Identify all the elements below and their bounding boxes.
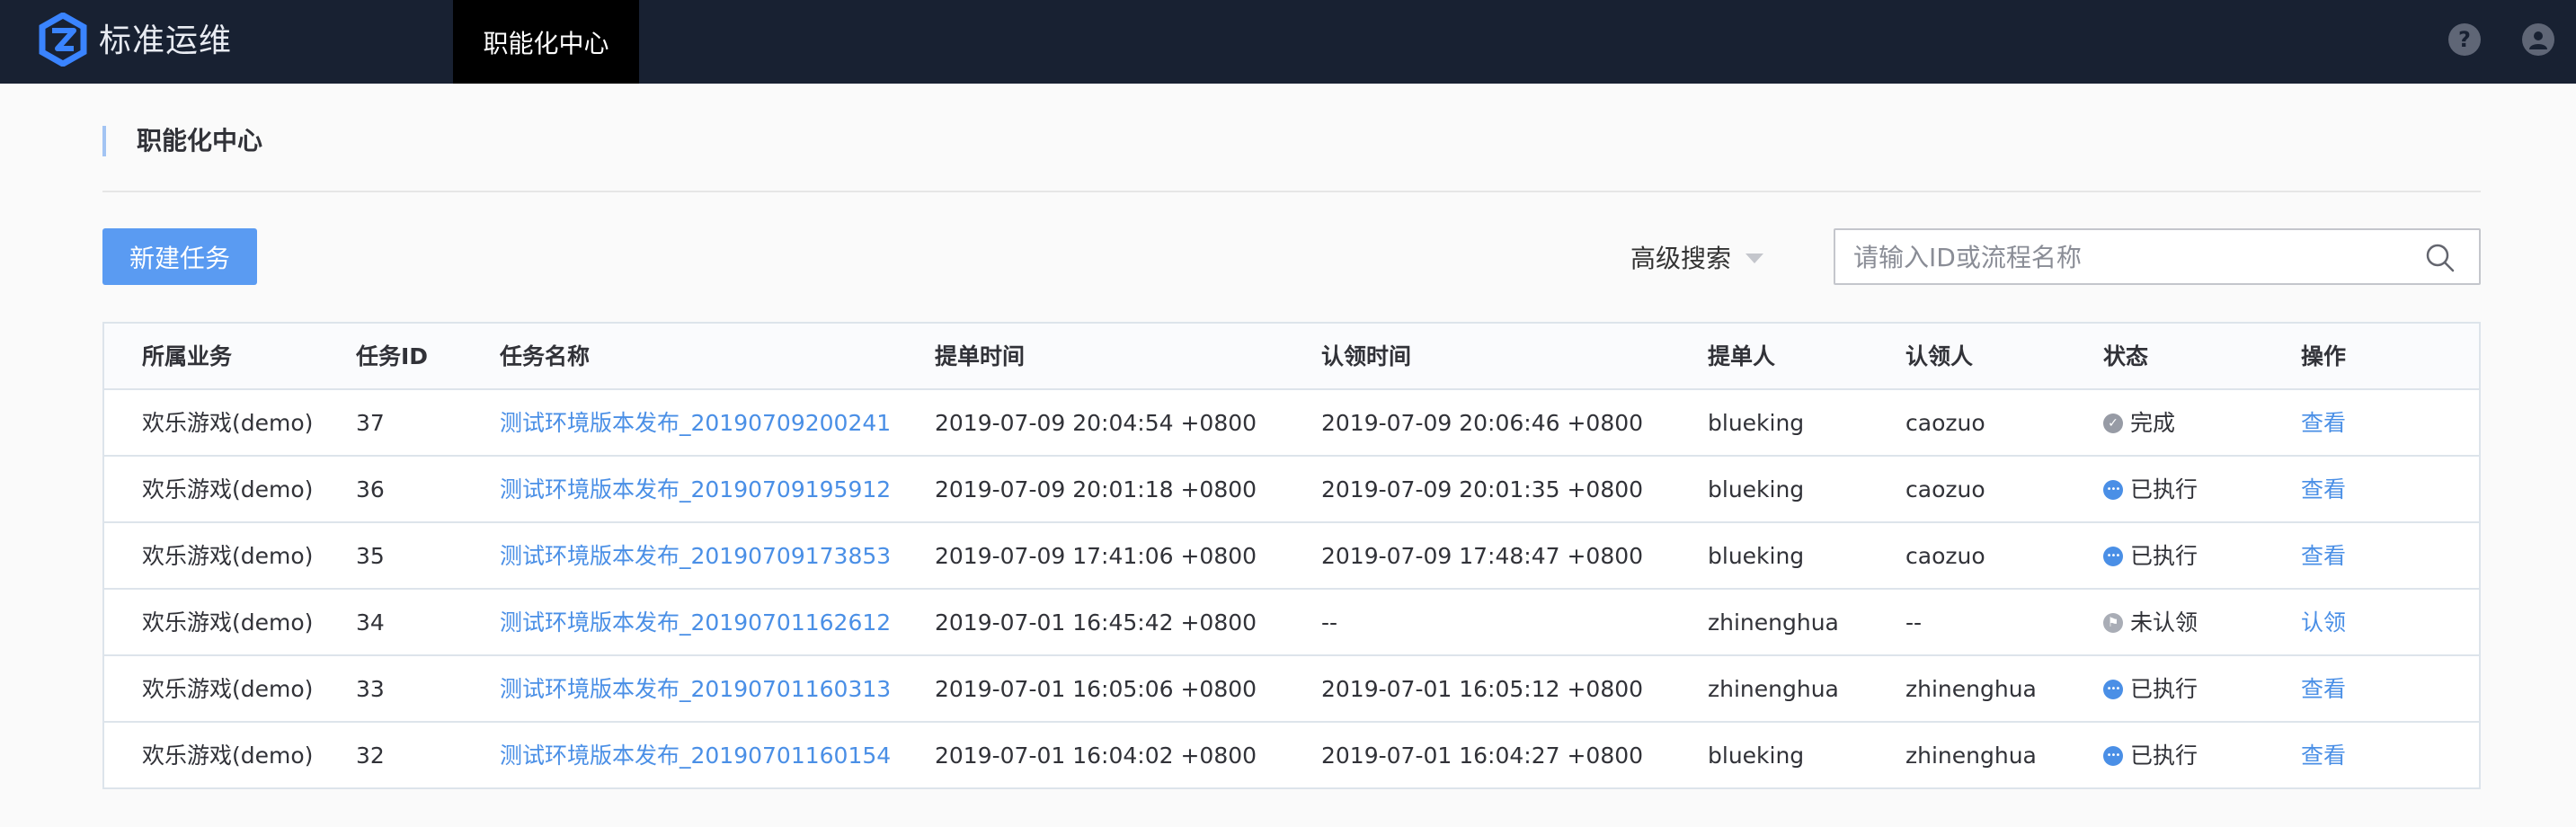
top-navigation-bar: 标准运维 职能化中心 ? — [0, 0, 2576, 84]
cell-task-id: 36 — [356, 476, 385, 502]
task-name-link[interactable]: 测试环境版本发布_20190709200241 — [500, 390, 891, 457]
cell-submitter: zhinenghua — [1708, 676, 1839, 702]
status-run-icon: ••• — [2103, 680, 2123, 699]
cell-business: 欢乐游戏(demo) — [142, 410, 314, 436]
column-header-submitter: 提单人 — [1708, 343, 1776, 369]
table-row: 欢乐游戏(demo) 32 测试环境版本发布_20190701160154 2019-… — [104, 723, 2479, 789]
cell-submit-time: 2019-07-09 20:01:18 +0800 — [935, 476, 1257, 502]
view-link[interactable]: 查看 — [2301, 523, 2346, 590]
status-done-icon: ✓ — [2103, 414, 2123, 433]
table-header: 所属业务 任务ID 任务名称 提单时间 认领时间 提单人 认领人 状态 操作 — [104, 324, 2479, 390]
task-name-link[interactable]: 测试环境版本发布_20190709173853 — [500, 523, 891, 590]
status-label: 完成 — [2130, 410, 2176, 436]
column-header-task-name: 任务名称 — [500, 343, 591, 369]
cell-submit-time: 2019-07-09 20:04:54 +0800 — [935, 410, 1257, 436]
cell-claimer: caozuo — [1905, 476, 1985, 502]
cell-claimer: zhinenghua — [1905, 676, 2037, 702]
cell-claim-time: 2019-07-09 20:06:46 +0800 — [1321, 410, 1644, 436]
status-badge: ⚑ 未认领 — [2103, 590, 2198, 656]
task-name-link[interactable]: 测试环境版本发布_20190701160313 — [500, 656, 891, 723]
cell-submitter: blueking — [1708, 543, 1805, 569]
cell-task-id: 35 — [356, 543, 385, 569]
task-table: 所属业务 任务ID 任务名称 提单时间 认领时间 提单人 认领人 状态 操作 欢… — [102, 322, 2481, 789]
cell-business: 欢乐游戏(demo) — [142, 543, 314, 569]
status-label: 未认领 — [2130, 609, 2198, 636]
table-row: 欢乐游戏(demo) 37 测试环境版本发布_20190709200241 2019-… — [104, 390, 2479, 457]
app-logo-icon[interactable] — [36, 13, 90, 67]
search-input[interactable] — [1853, 236, 2393, 279]
new-task-button[interactable]: 新建任务 — [102, 228, 257, 285]
cell-business: 欢乐游戏(demo) — [142, 676, 314, 702]
status-label: 已执行 — [2130, 743, 2198, 769]
status-run-icon: ••• — [2103, 480, 2123, 500]
help-icon[interactable]: ? — [2448, 23, 2481, 56]
status-badge: ✓ 完成 — [2103, 390, 2175, 457]
app-title[interactable]: 标准运维 — [99, 20, 232, 63]
search-box[interactable] — [1834, 228, 2481, 285]
table-row: 欢乐游戏(demo) 35 测试环境版本发布_20190709173853 2019-… — [104, 523, 2479, 590]
task-name-link[interactable]: 测试环境版本发布_20190709195912 — [500, 457, 891, 523]
cell-submit-time: 2019-07-01 16:05:06 +0800 — [935, 676, 1257, 702]
view-link[interactable]: 查看 — [2301, 390, 2346, 457]
status-badge: ••• 已执行 — [2103, 656, 2198, 723]
caret-down-icon — [1745, 253, 1764, 263]
column-header-action: 操作 — [2301, 343, 2347, 369]
column-header-business: 所属业务 — [142, 343, 233, 369]
status-badge: ••• 已执行 — [2103, 723, 2198, 789]
view-link[interactable]: 查看 — [2301, 723, 2346, 789]
task-name-link[interactable]: 测试环境版本发布_20190701160154 — [500, 723, 891, 789]
cell-submit-time: 2019-07-09 17:41:06 +0800 — [935, 543, 1257, 569]
cell-submitter: blueking — [1708, 476, 1805, 502]
cell-claimer: zhinenghua — [1905, 743, 2037, 769]
user-avatar-icon[interactable] — [2522, 23, 2554, 56]
cell-claim-time: 2019-07-01 16:04:27 +0800 — [1321, 743, 1644, 769]
cell-task-id: 37 — [356, 410, 385, 436]
cell-task-id: 32 — [356, 743, 385, 769]
page-title: 职能化中心 — [102, 126, 262, 156]
status-label: 已执行 — [2130, 543, 2198, 569]
column-header-status: 状态 — [2103, 343, 2149, 369]
task-name-link[interactable]: 测试环境版本发布_20190701162612 — [500, 590, 891, 656]
table-row: 欢乐游戏(demo) 34 测试环境版本发布_20190701162612 2019-… — [104, 590, 2479, 656]
table-row: 欢乐游戏(demo) 33 测试环境版本发布_20190701160313 2019-… — [104, 656, 2479, 723]
status-label: 已执行 — [2130, 476, 2198, 502]
table-row: 欢乐游戏(demo) 36 测试环境版本发布_20190709195912 2019-… — [104, 457, 2479, 523]
cell-submit-time: 2019-07-01 16:04:02 +0800 — [935, 743, 1257, 769]
cell-submit-time: 2019-07-01 16:45:42 +0800 — [935, 609, 1257, 636]
status-run-icon: ••• — [2103, 746, 2123, 766]
cell-task-id: 33 — [356, 676, 385, 702]
nav-tab-function-center[interactable]: 职能化中心 — [453, 0, 639, 84]
cell-business: 欢乐游戏(demo) — [142, 743, 314, 769]
cell-claimer: caozuo — [1905, 410, 1985, 436]
status-run-icon: ••• — [2103, 547, 2123, 566]
column-header-task-id: 任务ID — [356, 343, 429, 369]
cell-claim-time: 2019-07-01 16:05:12 +0800 — [1321, 676, 1644, 702]
status-badge: ••• 已执行 — [2103, 457, 2198, 523]
header-divider — [102, 191, 2481, 192]
cell-claim-time: 2019-07-09 17:48:47 +0800 — [1321, 543, 1644, 569]
status-badge: ••• 已执行 — [2103, 523, 2198, 590]
user-silhouette-icon — [2529, 31, 2547, 49]
column-header-claimer: 认领人 — [1905, 343, 1974, 369]
cell-claimer: caozuo — [1905, 543, 1985, 569]
view-link[interactable]: 查看 — [2301, 656, 2346, 723]
search-icon[interactable] — [2425, 243, 2456, 273]
claim-link[interactable]: 认领 — [2301, 590, 2346, 656]
cell-claim-time: -- — [1321, 609, 1338, 636]
cell-claimer: -- — [1905, 609, 1923, 636]
cell-submitter: blueking — [1708, 410, 1805, 436]
cell-submitter: blueking — [1708, 743, 1805, 769]
cell-business: 欢乐游戏(demo) — [142, 476, 314, 502]
status-label: 已执行 — [2130, 676, 2198, 702]
cell-task-id: 34 — [356, 609, 385, 636]
cell-business: 欢乐游戏(demo) — [142, 609, 314, 636]
column-header-submit-time: 提单时间 — [935, 343, 1026, 369]
column-header-claim-time: 认领时间 — [1321, 343, 1412, 369]
cell-submitter: zhinenghua — [1708, 609, 1839, 636]
advanced-search-label: 高级搜索 — [1630, 244, 1732, 273]
view-link[interactable]: 查看 — [2301, 457, 2346, 523]
status-wait-icon: ⚑ — [2103, 613, 2123, 633]
advanced-search-toggle[interactable]: 高级搜索 — [1630, 236, 1764, 279]
cell-claim-time: 2019-07-09 20:01:35 +0800 — [1321, 476, 1644, 502]
